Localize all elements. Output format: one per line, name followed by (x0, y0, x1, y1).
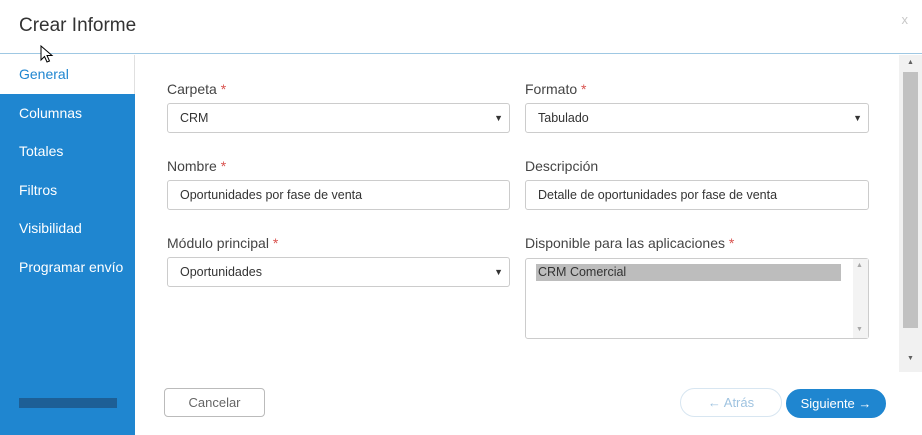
scroll-up-icon[interactable]: ▲ (856, 262, 863, 269)
formato-label-text: Formato (525, 81, 578, 97)
nombre-input[interactable]: Oportunidades por fase de venta (167, 180, 510, 210)
mouse-pointer-icon (40, 45, 54, 63)
scroll-down-icon[interactable]: ▼ (907, 355, 914, 362)
back-button[interactable]: ← Atrás (680, 388, 782, 417)
formato-label: Formato * (525, 81, 586, 97)
required-mark: * (220, 81, 227, 97)
listbox-scrollbar[interactable]: ▲ ▼ (853, 259, 868, 338)
aplicaciones-label-text: Disponible para las aplicaciones (525, 235, 726, 251)
cancel-button[interactable]: Cancelar (164, 388, 265, 417)
caret-down-icon: ▼ (853, 113, 862, 123)
scrollbar-thumb[interactable] (903, 72, 918, 328)
carpeta-select[interactable]: CRM ▼ (167, 103, 510, 133)
carpeta-label-text: Carpeta (167, 81, 217, 97)
carpeta-label: Carpeta * (167, 81, 226, 97)
modal-title: Crear Informe (19, 15, 137, 36)
next-button[interactable]: Siguiente → (786, 389, 886, 418)
nombre-value: Oportunidades por fase de venta (180, 188, 363, 202)
sidebar-item-filtros[interactable]: Filtros (0, 171, 135, 210)
carpeta-value: CRM (180, 111, 209, 125)
modulo-select[interactable]: Oportunidades ▼ (167, 257, 510, 287)
required-mark: * (272, 235, 279, 251)
caret-down-icon: ▼ (494, 267, 503, 277)
aplicaciones-label: Disponible para las aplicaciones * (525, 235, 734, 251)
nombre-label: Nombre * (167, 158, 226, 174)
descripcion-value: Detalle de oportunidades por fase de ven… (538, 188, 778, 202)
nombre-label-text: Nombre (167, 158, 217, 174)
required-mark: * (220, 158, 227, 174)
sidebar: General Columnas Totales Filtros Visibil… (0, 55, 135, 435)
list-item[interactable]: CRM Comercial (536, 264, 841, 281)
sidebar-item-visibilidad[interactable]: Visibilidad (0, 209, 135, 248)
close-icon[interactable]: x (902, 12, 909, 27)
modulo-label-text: Módulo principal (167, 235, 269, 251)
formato-select[interactable]: Tabulado ▼ (525, 103, 869, 133)
formato-value: Tabulado (538, 111, 589, 125)
sidebar-item-totales[interactable]: Totales (0, 132, 135, 171)
descripcion-input[interactable]: Detalle de oportunidades por fase de ven… (525, 180, 869, 210)
required-mark: * (581, 81, 587, 97)
required-mark: * (728, 235, 735, 251)
scroll-up-icon[interactable]: ▲ (907, 59, 914, 66)
modal-header: Crear Informe x (0, 0, 922, 54)
modulo-label: Módulo principal * (167, 235, 278, 251)
main-scrollbar[interactable]: ▲ ▼ (899, 55, 922, 372)
caret-down-icon: ▼ (494, 113, 503, 123)
form-content: Carpeta * CRM ▼ Formato * Tabulado ▼ Nom… (135, 55, 922, 435)
modulo-value: Oportunidades (180, 265, 263, 279)
sidebar-footer-bar (19, 398, 117, 408)
sidebar-item-programar-envio[interactable]: Programar envío (0, 248, 135, 286)
sidebar-item-general[interactable]: General (0, 55, 135, 94)
sidebar-item-columnas[interactable]: Columnas (0, 94, 135, 133)
descripcion-label: Descripción (525, 158, 599, 174)
scroll-down-icon[interactable]: ▼ (856, 326, 863, 333)
aplicaciones-listbox[interactable]: CRM Comercial ▲ ▼ (525, 258, 869, 339)
